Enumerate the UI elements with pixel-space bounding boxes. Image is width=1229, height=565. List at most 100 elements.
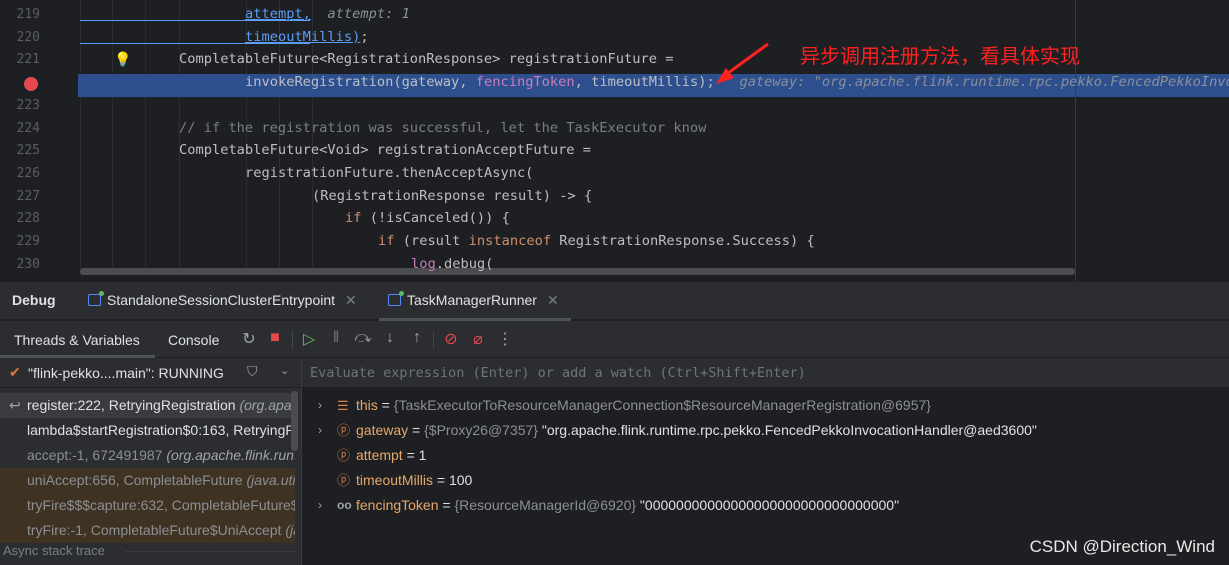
variable-row[interactable]: › oo fencingToken = {ResourceManagerId@692… [302, 493, 1202, 518]
evaluate-expression-input[interactable]: Evaluate expression (Enter) or add a wat… [302, 358, 1229, 388]
horizontal-scrollbar[interactable] [80, 268, 1075, 275]
code-token: CompletableFuture<RegistrationResponse> … [179, 51, 674, 68]
breakpoint-icon[interactable] [24, 77, 38, 91]
current-frame-icon: ↩ [9, 397, 21, 413]
inlay-underline [80, 43, 310, 44]
debug-toolbar: Threads & Variables Console ↻ ■ ▷ ‖ ⤼ ↓ … [0, 321, 1229, 358]
code-token: attempt: 1 [310, 6, 410, 22]
code-token: (result [394, 233, 469, 249]
lightbulb-icon[interactable]: 💡 [114, 51, 131, 68]
annotation-text: 异步调用注册方法，看具体实现 [800, 44, 1080, 68]
variable-type: {$Proxy26@7357} [424, 422, 538, 438]
gutter-guide [80, 0, 81, 268]
stack-frame[interactable]: accept:-1, 672491987 (org.apache.flink.r… [0, 443, 295, 468]
code-token: (RegistrationResponse result) -> { [312, 187, 593, 204]
vertical-scrollbar[interactable] [291, 391, 298, 451]
variable-value: "org.apache.flink.runtime.rpc.pekko.Fenc… [537, 422, 1037, 438]
code-token: (!isCanceled()) { [361, 210, 510, 227]
line-number: 221 [16, 52, 40, 68]
tab-label: TaskManagerRunner [407, 292, 537, 308]
variables-panel: Evaluate expression (Enter) or add a wat… [301, 358, 1229, 565]
chevron-down-icon[interactable]: ⌄ [280, 364, 289, 377]
code-token: RegistrationResponse.Success) { [551, 233, 815, 249]
code-line: invokeRegistration(gateway, fencingToken… [245, 74, 1229, 90]
chevron-right-icon[interactable]: › [318, 393, 322, 418]
frame-method: uniAccept:656, CompletableFuture [27, 472, 247, 488]
code-line: log.debug( [411, 256, 493, 272]
variable-row[interactable]: › ☰ this = {TaskExecutorToResourceManagerC… [302, 393, 1202, 418]
frame-method: tryFire$$$capture:632, CompletableFuture… [27, 497, 295, 513]
code-token: , timeoutMillis); [574, 74, 715, 91]
stack-frame[interactable]: ↩ register:222, RetryingRegistration (org… [0, 393, 295, 418]
inlay-underline [80, 20, 310, 21]
variable-row[interactable]: ⓟ timeoutMillis = 100 [302, 468, 1202, 493]
divider [292, 331, 293, 349]
code-line: CompletableFuture<RegistrationResponse> … [179, 51, 673, 67]
watermark: CSDN @Direction_Wind [1029, 537, 1215, 556]
chevron-right-icon[interactable]: › [318, 418, 322, 443]
variable-value: 1 [418, 447, 427, 463]
more-icon[interactable]: ⋮ [496, 329, 514, 349]
code-token: ; [360, 28, 369, 45]
check-icon: ✔ [9, 364, 21, 380]
line-number: 228 [16, 211, 40, 227]
close-icon[interactable]: ✕ [345, 292, 357, 308]
frame-package: (org.apache.flink.runtime.registration.R… [166, 447, 295, 463]
stack-frame[interactable]: uniAccept:656, CompletableFuture (java.u… [0, 468, 295, 493]
code-token: instanceof [468, 233, 552, 249]
frame-package: (java.util.concurrent) [246, 472, 295, 488]
line-number: 224 [16, 120, 40, 136]
parameter-icon: ⓟ [337, 448, 351, 463]
field-icon: ☰ [337, 398, 349, 413]
tab-console[interactable]: Console [168, 332, 219, 348]
pause-icon[interactable]: ‖ [327, 329, 345, 347]
variable-row[interactable]: ⓟ attempt = 1 [302, 443, 1202, 468]
variable-value: "00000000000000000000000000000000" [636, 497, 900, 513]
resume-icon[interactable]: ▷ [300, 329, 318, 349]
gutter-guide [112, 0, 113, 268]
frame-package: (java.util.concurrent) [285, 522, 295, 538]
frame-method: lambda$startRegistration$0:163, Retrying… [27, 422, 295, 438]
step-out-icon[interactable]: ↑ [408, 329, 426, 347]
async-stack-trace-label: Async stack trace [3, 543, 105, 558]
stack-frame[interactable]: tryFire:-1, CompletableFuture$UniAccept … [0, 518, 295, 543]
variable-name: timeoutMillis [356, 472, 434, 488]
variable-name: gateway [356, 422, 409, 438]
code-token: CompletableFuture<Void> registrationAcce… [179, 142, 592, 159]
step-over-icon[interactable]: ⤼ [354, 329, 372, 347]
variable-name: fencingToken [356, 497, 439, 513]
line-number: 229 [16, 234, 40, 249]
thread-selector[interactable]: ✔ "flink-pekko....main": RUNNING ⛉ ⌄ [0, 358, 301, 388]
rerun-icon[interactable]: ↻ [240, 329, 258, 349]
tab-taskmanager-runner[interactable]: TaskManagerRunner ✕ [388, 291, 559, 309]
view-breakpoints-icon[interactable]: ⊘ [442, 329, 460, 349]
line-number: 227 [16, 188, 40, 204]
code-token: if [345, 210, 362, 227]
code-line: registrationFuture.thenAcceptAsync( [245, 165, 533, 181]
gutter-guide [145, 0, 146, 268]
code-token: .debug( [435, 255, 494, 272]
line-number: 230 [16, 256, 40, 272]
tab-standalone-session[interactable]: StandaloneSessionClusterEntrypoint ✕ [88, 291, 357, 309]
stop-icon[interactable]: ■ [266, 329, 284, 347]
filter-icon[interactable]: ⛉ [247, 363, 258, 380]
run-config-icon [388, 291, 404, 306]
variable-row[interactable]: › ⓟ gateway = {$Proxy26@7357} "org.apache.… [302, 418, 1202, 443]
code-line: CompletableFuture<Void> registrationAcce… [179, 142, 591, 158]
stack-frame[interactable]: lambda$startRegistration$0:163, Retrying… [0, 418, 295, 443]
step-into-icon[interactable]: ↓ [381, 329, 399, 347]
divider [433, 331, 434, 349]
code-token: log [411, 255, 436, 272]
code-editor[interactable]: 💡 异步调用注册方法，看具体实现 219 attempt, attempt: 12… [0, 0, 1229, 281]
close-icon[interactable]: ✕ [547, 292, 559, 308]
code-token: gateway: "org.apache.flink.runtime.rpc.p… [739, 74, 1229, 91]
line-number: 219 [16, 7, 40, 22]
variable-name: attempt [356, 447, 403, 463]
chevron-right-icon[interactable]: › [318, 493, 322, 518]
mute-breakpoints-icon[interactable]: ⌀ [469, 329, 487, 349]
variable-name: this [356, 397, 378, 413]
tab-threads-variables[interactable]: Threads & Variables [14, 332, 140, 348]
stack-frame[interactable]: tryFire$$$capture:632, CompletableFuture… [0, 493, 295, 518]
line-number: 225 [16, 143, 40, 159]
code-line: if (result instanceof RegistrationRespon… [378, 233, 815, 249]
